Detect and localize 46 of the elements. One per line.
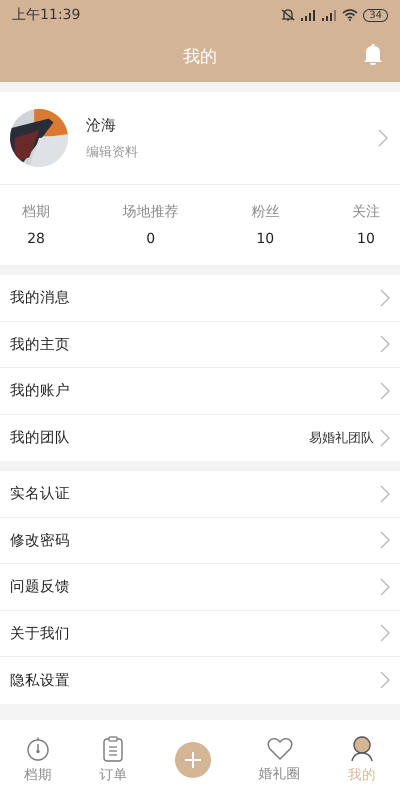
chevron-icon <box>380 335 390 354</box>
menu-item-value: 易婚礼团队 <box>309 430 374 447</box>
chevron-icon[interactable] <box>378 129 388 147</box>
stat-label: 关注 <box>352 203 380 221</box>
chevron-icon <box>380 531 390 550</box>
chevron-icon <box>380 671 390 690</box>
mute-icon <box>281 9 296 21</box>
stat-value: 28 <box>27 231 45 247</box>
menu-item[interactable]: 我的主页 <box>0 322 400 368</box>
chevron-icon <box>380 428 390 447</box>
page-title: 我的 <box>183 46 217 68</box>
chevron-icon <box>380 382 390 400</box>
bell-icon[interactable] <box>362 43 384 65</box>
menu-item[interactable]: 修改密码 <box>0 518 400 564</box>
battery-indicator: 34 <box>363 8 388 22</box>
stat-value: 10 <box>357 231 375 247</box>
chevron-icon <box>380 578 390 596</box>
menu-item[interactable]: 关于我们 <box>0 610 400 657</box>
wifi-icon <box>342 9 358 21</box>
menu-item[interactable]: 我的团队 易婚礼团队 <box>0 414 400 461</box>
stat-label: 档期 <box>22 203 50 221</box>
menu-item[interactable]: 问题反馈 <box>0 564 400 610</box>
stat-value: 0 <box>146 231 156 247</box>
status-time: 上午11:39 <box>12 6 80 24</box>
chevron-icon <box>380 288 390 307</box>
stat-label: 粉丝 <box>251 203 280 221</box>
add-button[interactable] <box>174 742 211 778</box>
user-icon <box>350 736 374 762</box>
menu-item[interactable]: 我的账户 <box>0 368 400 414</box>
tab[interactable]: 订单 <box>99 736 128 784</box>
heart-icon <box>266 737 293 761</box>
signal-icon <box>300 10 316 20</box>
tab[interactable]: 婚礼圈 <box>258 737 301 783</box>
plus-icon <box>182 750 203 770</box>
clipboard-icon <box>101 736 126 762</box>
chevron-icon <box>380 624 390 642</box>
stopwatch-icon <box>24 736 51 762</box>
menu-item[interactable]: 实名认证 <box>0 471 400 518</box>
signal-icon <box>321 10 338 20</box>
menu-item[interactable]: 隐私设置 <box>0 657 400 704</box>
user-name: 沧海 <box>86 116 117 134</box>
stat-label: 场地推荐 <box>122 203 179 221</box>
tab[interactable]: 档期 <box>24 736 52 784</box>
stat-value: 10 <box>256 231 274 247</box>
menu-item[interactable]: 我的消息 <box>0 275 400 322</box>
chevron-icon <box>380 484 390 503</box>
